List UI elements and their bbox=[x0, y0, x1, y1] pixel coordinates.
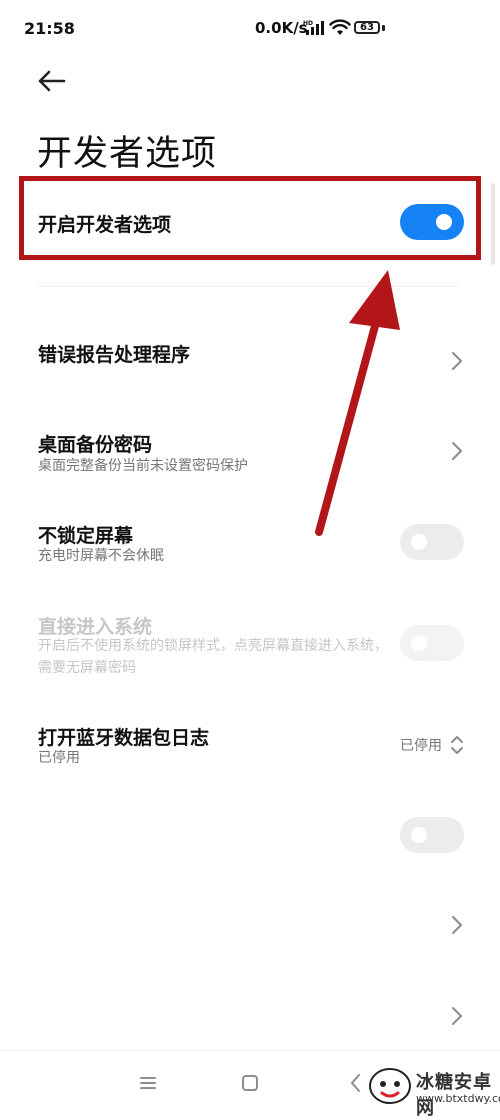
chevron-up-down-icon[interactable] bbox=[449, 734, 465, 756]
hd-signal-icon: HD bbox=[303, 20, 324, 35]
annotation-arrow bbox=[315, 270, 400, 536]
chevron-right-icon[interactable] bbox=[450, 350, 464, 372]
chevron-right-icon[interactable] bbox=[450, 1005, 464, 1027]
home-icon[interactable] bbox=[238, 1071, 262, 1095]
toggle-knob bbox=[411, 827, 427, 843]
watermark-url: www.btxtdwy.com bbox=[416, 1092, 500, 1105]
arrow-left-icon bbox=[38, 70, 66, 92]
back-icon[interactable] bbox=[344, 1071, 368, 1095]
menu-icon[interactable] bbox=[136, 1071, 160, 1095]
scrollbar[interactable] bbox=[491, 183, 495, 265]
battery-tip bbox=[382, 25, 385, 31]
chevron-right-icon[interactable] bbox=[450, 914, 464, 936]
setting-toggle[interactable] bbox=[400, 817, 464, 853]
stay-awake-desc: 充电时屏幕不会休眠 bbox=[38, 548, 164, 564]
chevron-right-icon[interactable] bbox=[450, 440, 464, 462]
direct-enter-system-desc: 开启后不使用系统的锁屏样式，点亮屏幕直接进入系统，需要无屏幕密码 bbox=[38, 638, 388, 676]
status-bar: 21:58 0.0K/s HD 63 bbox=[0, 0, 500, 60]
developer-options-master-label: 开启开发者选项 bbox=[38, 214, 172, 236]
bluetooth-hci-log-value[interactable]: 已停用 bbox=[400, 735, 442, 755]
developer-options-master-toggle[interactable] bbox=[400, 204, 464, 240]
back-button[interactable] bbox=[34, 66, 70, 96]
desktop-backup-password-label[interactable]: 桌面备份密码 bbox=[38, 430, 152, 457]
bluetooth-hci-log-desc: 已停用 bbox=[38, 750, 80, 766]
direct-enter-system-toggle[interactable] bbox=[400, 625, 464, 661]
network-speed: 0.0K/s bbox=[255, 19, 308, 37]
wifi-icon bbox=[329, 19, 351, 35]
stay-awake-label: 不锁定屏幕 bbox=[38, 525, 134, 547]
svg-text:HD: HD bbox=[303, 20, 313, 27]
status-time: 21:58 bbox=[24, 19, 75, 38]
battery-icon: 63 bbox=[354, 21, 380, 34]
bluetooth-hci-log-label[interactable]: 打开蓝牙数据包日志 bbox=[38, 723, 209, 750]
toggle-knob bbox=[436, 214, 452, 230]
bug-report-handler-label[interactable]: 错误报告处理程序 bbox=[38, 340, 190, 367]
page-title: 开发者选项 bbox=[37, 134, 218, 174]
toggle-knob bbox=[411, 635, 427, 651]
